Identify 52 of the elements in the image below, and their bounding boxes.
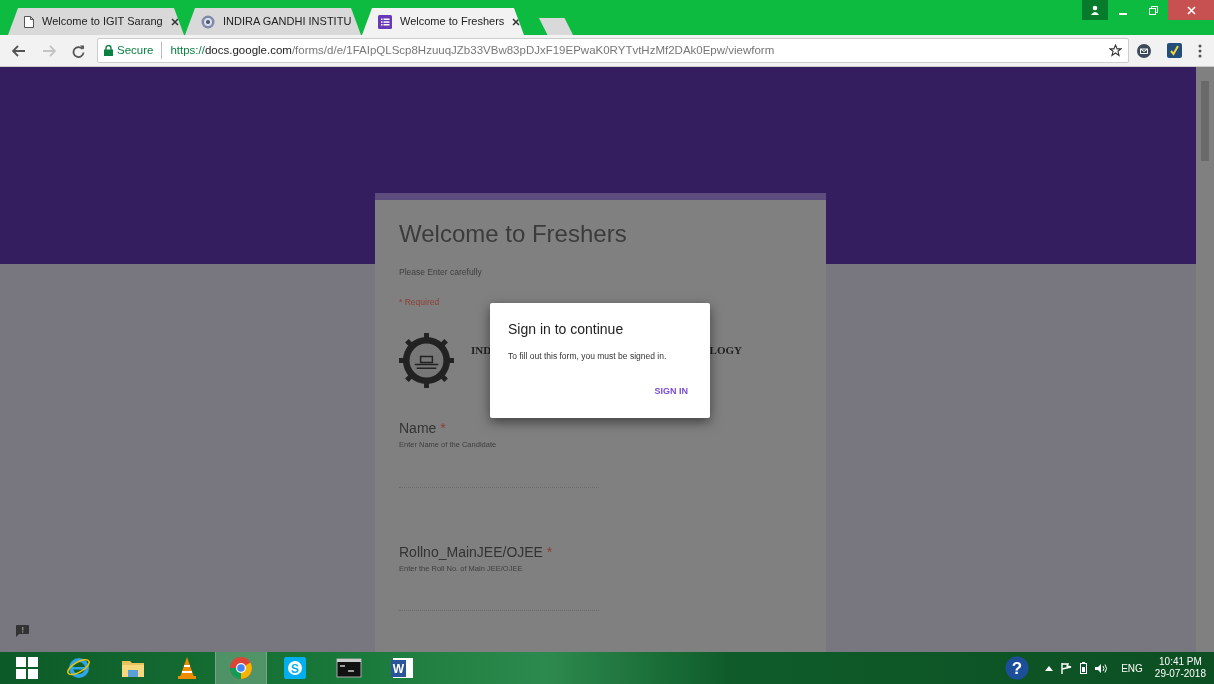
input-language[interactable]: ENG xyxy=(1121,660,1143,676)
close-tab-icon[interactable] xyxy=(170,17,179,26)
dialog-title: Sign in to continue xyxy=(508,320,625,339)
profile-icon[interactable] xyxy=(1082,0,1108,20)
feedback-icon[interactable] xyxy=(16,625,29,637)
mail-extension-icon[interactable] xyxy=(1137,43,1151,58)
battery-icon[interactable] xyxy=(1080,662,1088,674)
speaker-icon[interactable] xyxy=(1095,662,1110,674)
scrollbar[interactable] xyxy=(1196,67,1214,652)
show-hidden-icons-icon[interactable] xyxy=(1045,665,1054,671)
required-note: * Required xyxy=(399,295,441,309)
form-title: Welcome to Freshers xyxy=(399,220,628,249)
back-arrow-icon xyxy=(12,45,26,58)
clock-time[interactable]: 10:41 PM xyxy=(1159,655,1202,668)
reload-icon xyxy=(72,44,85,58)
flag-icon[interactable] xyxy=(1061,662,1073,674)
dialog-message: To fill out this form, you must be signed in. xyxy=(508,350,668,363)
page-icon xyxy=(24,15,34,28)
address-bar[interactable]: Secure https://docs.google.com/forms/d/e/1FAIpQLScp8HzuuqJZb33VBw83pDJxF19EPwaK0RYTvtHzMf2DAk0Epw/viewform xyxy=(97,38,1129,63)
close-tab-icon[interactable] xyxy=(512,17,521,26)
question-label: Name * xyxy=(399,419,447,439)
url-text: https://docs.google.com/forms/d/e/1FAIpQLScp8HzuuqJZb33VBw83pDJxF19EPwaK0RYTvtHzMf2DAk0Epw/viewform xyxy=(169,42,775,58)
close-icon xyxy=(1186,6,1196,16)
security-label: Secure xyxy=(117,41,163,60)
browser-tab[interactable]: Welcome to IGIT Sarang xyxy=(8,8,184,35)
browser-tab[interactable]: Welcome to Freshers xyxy=(362,8,524,35)
restore-icon xyxy=(1148,6,1158,16)
minimize-icon xyxy=(1119,12,1127,15)
sign-in-button[interactable]: SIGN IN xyxy=(654,384,688,399)
institute-name: LOGY xyxy=(709,343,742,359)
windows-start-icon[interactable] xyxy=(16,657,38,679)
question-label: Rollno_MainJEE/OJEE * xyxy=(399,542,554,562)
internet-explorer-icon xyxy=(66,655,92,681)
checkmark-extension-icon[interactable] xyxy=(1167,43,1182,58)
terminal-icon xyxy=(336,655,362,681)
clock-date[interactable]: 29-07-2018 xyxy=(1154,668,1206,681)
help-icon[interactable]: ? xyxy=(1005,656,1030,680)
form-description: Please Enter carefully xyxy=(399,265,483,279)
emblem-icon xyxy=(201,14,215,29)
browser-tab[interactable]: INDIRA GANDHI INSTITU xyxy=(185,8,361,35)
w-document-icon: W xyxy=(390,655,416,681)
bookmark-star-icon[interactable] xyxy=(1109,44,1122,57)
gear-emblem-icon xyxy=(399,333,454,389)
lock-icon xyxy=(104,45,113,56)
close-button[interactable] xyxy=(1168,0,1214,20)
institute-name: IND xyxy=(471,343,492,359)
s-logo-icon: S xyxy=(282,655,308,681)
w-document-taskbar-button[interactable]: W xyxy=(378,652,428,684)
form-icon xyxy=(378,14,392,29)
chrome-icon xyxy=(228,655,254,681)
forward-arrow-icon xyxy=(42,45,56,58)
menu-icon[interactable] xyxy=(1198,43,1202,58)
